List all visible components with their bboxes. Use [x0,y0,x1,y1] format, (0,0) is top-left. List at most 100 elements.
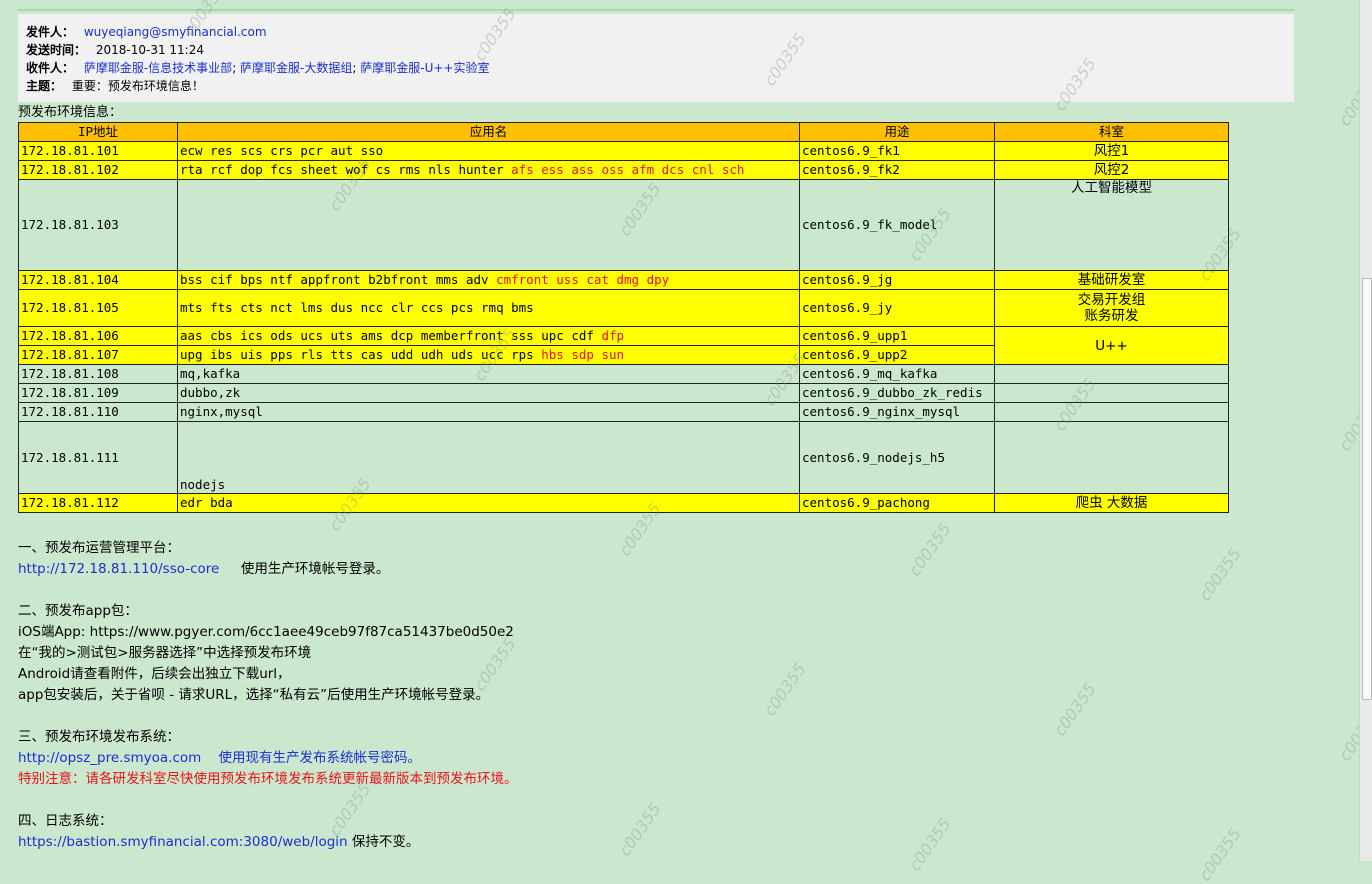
ip-cell: 172.18.81.109 [18,383,178,403]
section-line: app包安装后，关于省呗 - 请求URL，选择“私有云”后使用生产环境帐号登录。 [18,687,490,703]
intro-text: 预发布环境信息： [18,105,123,120]
scrollbar-thumb[interactable] [1362,278,1372,700]
apps-cell: dubbo,zk [177,383,800,403]
table-header: IP地址 应用名 用途 科室 [18,122,1229,142]
section-line: Android请查看附件，后续会出独立下载url， [18,666,291,682]
ip-cell: 172.18.81.101 [18,141,178,161]
ip-cell: 172.18.81.102 [18,160,178,180]
apps-cell: bss cif bps ntf appfront b2bfront mms ad… [177,270,800,290]
vertical-scrollbar[interactable] [1359,0,1372,861]
header-apps: 应用名 [177,122,800,142]
apps-cell [177,179,800,271]
section-line: https://bastion.smyfinancial.com:3080/we… [18,834,420,850]
ops-link[interactable]: http://opsz_pre.smyoa.com [18,750,201,766]
from-row: 发件人： wuyeqiang@smyfinancial.com [26,23,1294,41]
table-row: 172.18.81.104 bss cif bps ntf appfront b… [18,270,1229,290]
use-cell: centos6.9_fk1 [799,141,995,161]
dept-cell [994,383,1229,403]
section-title: 二、预发布app包： [18,603,138,619]
ip-cell: 172.18.81.110 [18,402,178,422]
ip-cell: 172.18.81.103 [18,179,178,271]
header-dept: 科室 [994,122,1229,142]
section-line: http://172.18.81.110/sso-core 使用生产环境帐号登录… [18,561,390,577]
use-cell: centos6.9_jg [799,270,995,290]
bastion-link[interactable]: https://bastion.smyfinancial.com:3080/we… [18,834,348,850]
use-cell: centos6.9_dubbo_zk_redis [799,383,995,403]
use-cell: centos6.9_fk2 [799,160,995,180]
apps-cell: ecw res scs crs pcr aut sso [177,141,800,161]
to-row: 收件人： 萨摩耶金服-信息技术事业部; 萨摩耶金服-大数据组; 萨摩耶金服-U+… [26,61,490,75]
use-cell: centos6.9_mq_kafka [799,364,995,384]
sent-label: 发送时间： [26,43,87,57]
sent-row: 发送时间： 2018-10-31 11:24 [26,41,1294,59]
use-cell: centos6.9_jy [799,289,995,327]
table-row: 172.18.81.108 mq,kafka centos6.9_mq_kafk… [18,364,1229,384]
sso-link[interactable]: http://172.18.81.110/sso-core [18,561,219,577]
recipient[interactable]: 萨摩耶金服-大数据组 [240,61,352,75]
apps-cell: edr bda [177,493,800,513]
ip-cell: 172.18.81.112 [18,493,178,513]
dept-cell [994,421,1229,494]
dept-cell: 风控2 [994,160,1229,180]
watermark: c00355 [759,659,810,720]
table-row: 172.18.81.109 dubbo,zk centos6.9_dubbo_z… [18,383,1229,403]
to-label: 收件人： [26,61,75,75]
table-row: 172.18.81.102 rta rcf dop fcs sheet wof … [18,160,1229,180]
email-header: 发件人： wuyeqiang@smyfinancial.com 发送时间： 20… [18,14,1294,102]
table-row: 172.18.81.105 mts fts cts nct lms dus nc… [18,289,1229,327]
email-body: 一、预发布运营管理平台： http://172.18.81.110/sso-co… [18,538,518,853]
subject-label: 主题： [26,79,63,93]
apps-cell: mts fts cts nct lms dus ncc clr ccs pcs … [177,289,800,327]
ip-cell: 172.18.81.105 [18,289,178,327]
section-line: iOS端App: https://www.pgyer.com/6cc1aee49… [18,624,514,640]
table-row: 172.18.81.110 nginx,mysql centos6.9_ngin… [18,402,1229,422]
header-ip: IP地址 [18,122,178,142]
from-label: 发件人： [26,25,75,39]
table-row: 172.18.81.112 edr bda centos6.9_pachong … [18,493,1229,513]
dept-cell: U++ [994,326,1229,365]
header-use: 用途 [799,122,995,142]
ip-cell: 172.18.81.108 [18,364,178,384]
watermark: c00355 [1194,544,1245,605]
dept-cell: 爬虫 大数据 [994,493,1229,513]
subject: 重要：预发布环境信息！ [71,79,204,93]
use-cell: centos6.9_nodejs_h5 [799,421,995,494]
ip-cell: 172.18.81.104 [18,270,178,290]
use-cell: centos6.9_nginx_mysql [799,402,995,422]
dept-cell: 基础研发室 [994,270,1229,290]
table-row: 172.18.81.101 ecw res scs crs pcr aut ss… [18,141,1229,161]
section-line: 在“我的>测试包>服务器选择”中选择预发布环境 [18,645,312,661]
section-line: http://opsz_pre.smyoa.com 使用现有生产发布系统帐号密码… [18,750,421,766]
ip-cell: 172.18.81.111 [18,421,178,494]
table-row: 172.18.81.103 centos6.9_fk_model 人工智能模型 [18,179,1229,271]
ip-cell: 172.18.81.107 [18,345,178,365]
from-address[interactable]: wuyeqiang@smyfinancial.com [84,25,267,39]
use-cell: centos6.9_pachong [799,493,995,513]
dept-cell: 人工智能模型 [994,179,1229,271]
table-row: 172.18.81.106 aas cbs ics ods ucs uts am… [18,326,1229,365]
watermark: c00355 [1049,679,1100,740]
watermark: c00355 [1194,824,1245,884]
watermark: c00355 [904,519,955,580]
section-title: 三、预发布环境发布系统： [18,729,180,745]
recipient[interactable]: 萨摩耶金服-信息技术事业部 [84,61,232,75]
use-cell: centos6.9_upp1 [799,326,995,346]
dept-cell [994,364,1229,384]
section-title: 四、日志系统： [18,813,113,829]
apps-cell: upg ibs uis pps rls tts cas udd udh uds … [177,345,800,365]
dept-cell: 风控1 [994,141,1229,161]
ip-cell: 172.18.81.106 [18,326,178,346]
apps-cell: nginx,mysql [177,402,800,422]
sent-time: 2018-10-31 11:24 [95,43,204,57]
table-row: 172.18.81.111 nodejs centos6.9_nodejs_h5 [18,421,1229,494]
apps-cell: aas cbs ics ods ucs uts ams dcp memberfr… [177,326,800,346]
warning-text: 特别注意：请各研发科室尽快使用预发布环境发布系统更新最新版本到预发布环境。 [18,771,518,787]
apps-cell: nodejs [177,421,800,494]
use-cell: centos6.9_fk_model [799,179,995,271]
dept-cell [994,402,1229,422]
apps-cell: rta rcf dop fcs sheet wof cs rms nls hun… [177,160,800,180]
section-title: 一、预发布运营管理平台： [18,540,180,556]
recipient[interactable]: 萨摩耶金服-U++实验室 [360,61,489,75]
divider [18,9,1294,11]
watermark: c00355 [904,814,955,875]
